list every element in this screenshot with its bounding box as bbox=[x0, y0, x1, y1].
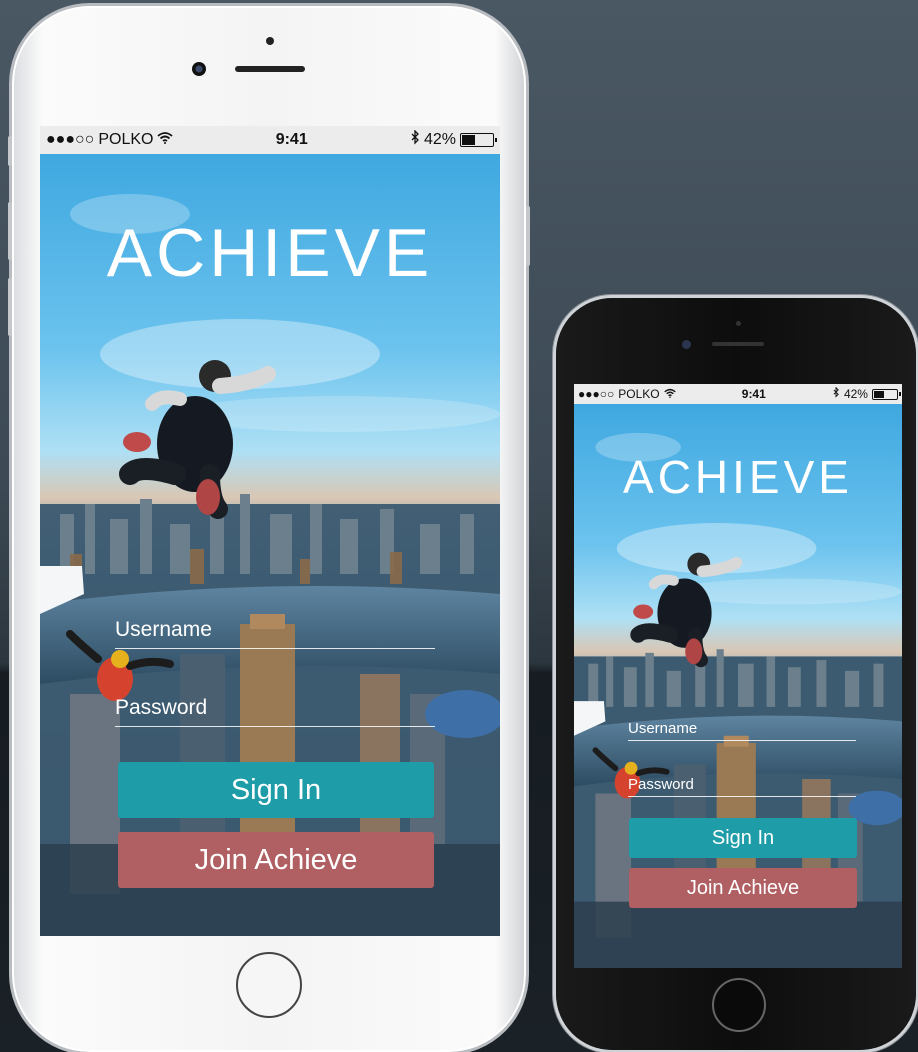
volume-up-button bbox=[8, 202, 12, 260]
bluetooth-icon bbox=[410, 129, 420, 150]
username-placeholder: Username bbox=[628, 720, 698, 737]
status-bar: ●●●○○ POLKO 9:41 42% bbox=[40, 126, 500, 154]
wifi-icon bbox=[157, 131, 174, 149]
signal-strength-icon: ●●●○○ bbox=[46, 131, 95, 148]
password-field[interactable]: Password bbox=[115, 696, 435, 727]
home-button[interactable] bbox=[712, 978, 766, 1032]
app-logo-title: ACHIEVE bbox=[623, 451, 853, 503]
join-button[interactable]: Join Achieve bbox=[629, 868, 857, 908]
signal-strength-icon: ●●●○○ bbox=[578, 387, 615, 401]
carrier-label: POLKO bbox=[98, 131, 154, 148]
username-placeholder: Username bbox=[115, 618, 212, 641]
front-camera-icon bbox=[682, 340, 691, 349]
power-button bbox=[526, 206, 530, 266]
wifi-icon bbox=[663, 387, 676, 401]
app-logo-title: ACHIEVE bbox=[106, 215, 434, 291]
earpiece-speaker bbox=[235, 66, 305, 72]
black-phone-mockup: ●●●○○ POLKO 9:41 42% ACHIEVE Username Pa… bbox=[556, 298, 916, 1050]
phone-screen: ●●●○○ POLKO 9:41 42% ACHIEVE Username Pa… bbox=[40, 126, 500, 936]
status-right: 42% bbox=[832, 386, 901, 401]
carrier-label: POLKO bbox=[618, 387, 660, 401]
sign-in-button[interactable]: Sign In bbox=[629, 818, 857, 858]
status-left: ●●●○○ POLKO bbox=[578, 387, 676, 401]
password-placeholder: Password bbox=[628, 776, 694, 793]
status-time: 9:41 bbox=[275, 131, 308, 148]
status-right: 42% bbox=[410, 129, 497, 150]
white-phone-mockup: ●●●○○ POLKO 9:41 42% ACHIEVE Username Pa… bbox=[8, 6, 530, 1052]
home-button[interactable] bbox=[236, 952, 302, 1018]
status-time: 9:41 bbox=[741, 387, 766, 401]
proximity-sensor bbox=[266, 37, 274, 45]
front-camera-icon bbox=[192, 62, 206, 76]
sign-in-button[interactable]: Sign In bbox=[118, 762, 434, 818]
username-field[interactable]: Username bbox=[628, 720, 856, 741]
username-field[interactable]: Username bbox=[115, 618, 435, 649]
status-bar: ●●●○○ POLKO 9:41 42% bbox=[574, 384, 902, 404]
bluetooth-icon bbox=[832, 386, 840, 401]
mute-switch bbox=[8, 136, 12, 166]
volume-down-button bbox=[8, 278, 12, 336]
battery-icon bbox=[871, 388, 901, 400]
battery-icon bbox=[460, 133, 497, 147]
proximity-sensor bbox=[736, 321, 741, 326]
status-left: ●●●○○ POLKO bbox=[46, 131, 174, 149]
password-placeholder: Password bbox=[115, 696, 208, 719]
phone-screen: ●●●○○ POLKO 9:41 42% ACHIEVE Username Pa… bbox=[574, 384, 902, 968]
password-field[interactable]: Password bbox=[628, 776, 856, 797]
battery-percent: 42% bbox=[423, 131, 456, 148]
join-button[interactable]: Join Achieve bbox=[118, 832, 434, 888]
battery-percent: 42% bbox=[843, 387, 868, 401]
earpiece-speaker bbox=[712, 342, 764, 346]
